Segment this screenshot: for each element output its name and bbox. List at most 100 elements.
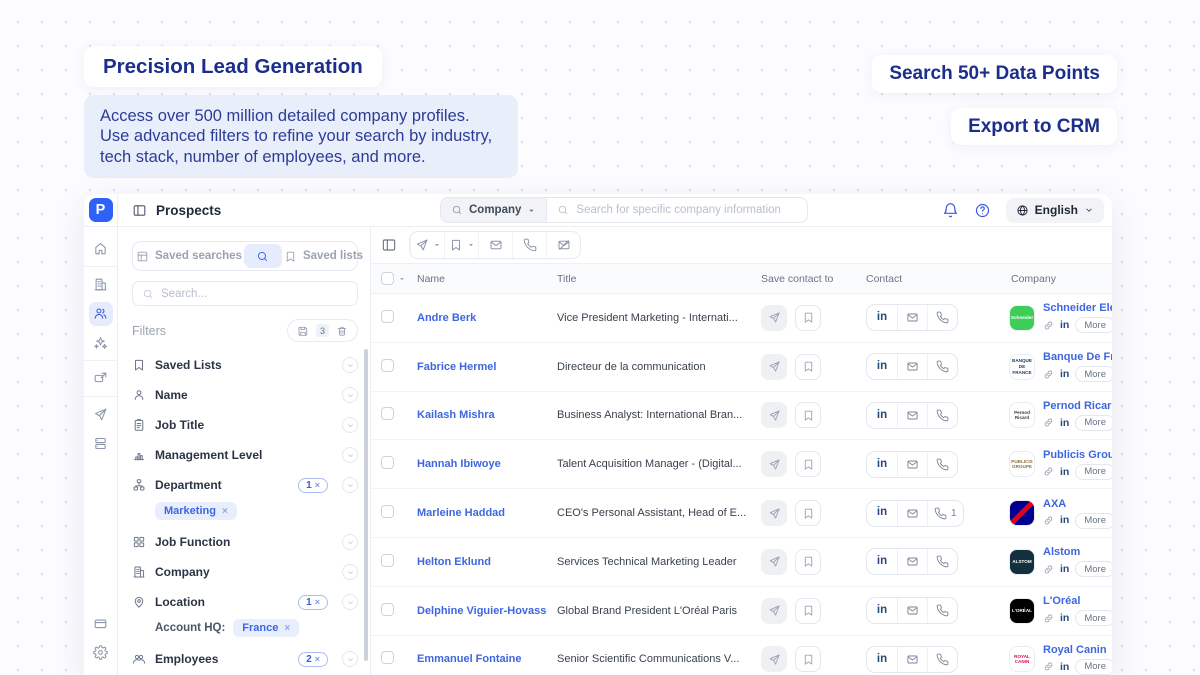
chevron-down-icon[interactable] <box>342 477 358 493</box>
filter-item[interactable]: Job Function <box>132 527 358 557</box>
filter-item[interactable]: Saved Lists <box>132 350 358 380</box>
filter-item[interactable]: Management Level <box>132 440 358 470</box>
push-to-campaign-button[interactable] <box>761 597 787 624</box>
linkedin-button[interactable]: in <box>867 598 897 623</box>
row-checkbox[interactable] <box>381 651 394 665</box>
linkedin-button[interactable]: in <box>867 549 897 574</box>
sidebar-item[interactable] <box>89 432 113 456</box>
filter-search-input[interactable] <box>161 287 348 300</box>
company-name-link[interactable]: Alstom <box>1043 546 1112 558</box>
column-header-title[interactable]: Title <box>547 273 751 285</box>
filter-item[interactable]: Location 1 × <box>132 587 358 617</box>
row-checkbox[interactable] <box>381 505 394 519</box>
contact-name-link[interactable]: Marleine Haddad <box>417 507 547 519</box>
contact-name-link[interactable]: Emmanuel Fontaine <box>417 653 547 665</box>
sidebar-item[interactable] <box>89 641 113 665</box>
bulk-action-button[interactable] <box>410 232 444 258</box>
saved-searches-tab[interactable]: Saved searches <box>136 250 242 263</box>
filter-item[interactable]: Job Title <box>132 410 358 440</box>
email-button[interactable] <box>897 646 927 672</box>
phone-button[interactable]: 1 <box>927 500 963 526</box>
chevron-down-icon[interactable] <box>342 387 358 403</box>
bulk-action-button[interactable] <box>546 232 580 258</box>
filter-item[interactable]: Name <box>132 380 358 410</box>
row-checkbox[interactable] <box>381 602 394 616</box>
filter-item[interactable]: Employees 2 × <box>132 644 358 674</box>
website-link-icon[interactable] <box>1043 515 1054 526</box>
company-logo[interactable]: ROYAL CANIN <box>1009 646 1035 673</box>
linkedin-button[interactable]: in <box>867 305 897 330</box>
global-search-input[interactable] <box>576 204 797 216</box>
filter-count-badge[interactable]: 2 × <box>298 651 328 667</box>
company-logo[interactable]: PUBLICIS GROUPE <box>1009 451 1035 478</box>
column-header-company[interactable]: Company <box>1001 273 1112 285</box>
row-checkbox[interactable] <box>381 553 394 567</box>
phone-button[interactable] <box>927 598 957 624</box>
company-more-button[interactable]: More <box>1075 414 1112 431</box>
save-to-list-button[interactable] <box>795 353 821 380</box>
email-button[interactable] <box>897 402 927 428</box>
email-button[interactable] <box>897 500 927 526</box>
company-name-link[interactable]: Schneider Elec <box>1043 302 1112 314</box>
bulk-action-button[interactable] <box>512 232 546 258</box>
save-to-list-button[interactable] <box>795 451 821 478</box>
chevron-down-icon[interactable] <box>342 564 358 580</box>
notifications-bell-icon[interactable] <box>942 202 959 219</box>
company-logo[interactable]: ALSTOM <box>1009 548 1035 575</box>
save-filters-icon[interactable] <box>297 325 309 337</box>
website-link-icon[interactable] <box>1043 417 1054 428</box>
push-to-campaign-button[interactable] <box>761 353 787 380</box>
bulk-action-button[interactable] <box>478 232 512 258</box>
save-to-list-button[interactable] <box>795 304 821 331</box>
clear-filters-icon[interactable] <box>336 325 348 337</box>
push-to-campaign-button[interactable] <box>761 304 787 331</box>
filters-scrollbar[interactable] <box>364 349 368 661</box>
filter-count-badge[interactable]: 1 × <box>298 477 328 493</box>
column-header-save[interactable]: Save contact to <box>751 273 856 285</box>
chevron-down-icon[interactable] <box>342 651 358 667</box>
phone-button[interactable] <box>927 354 957 380</box>
brand-logo[interactable]: P <box>88 198 113 222</box>
website-link-icon[interactable] <box>1043 320 1054 331</box>
phone-button[interactable] <box>927 451 957 477</box>
filter-search-tab[interactable] <box>243 244 282 268</box>
push-to-campaign-button[interactable] <box>761 451 787 478</box>
company-more-button[interactable]: More <box>1075 561 1112 578</box>
company-more-button[interactable]: More <box>1075 366 1112 383</box>
company-more-button[interactable]: More <box>1075 317 1112 334</box>
company-linkedin-icon[interactable]: in <box>1060 662 1069 673</box>
sidebar-item[interactable] <box>89 273 113 297</box>
website-link-icon[interactable] <box>1043 661 1054 672</box>
company-logo[interactable]: Pernod Ricard <box>1009 402 1035 429</box>
chevron-down-icon[interactable] <box>342 447 358 463</box>
website-link-icon[interactable] <box>1043 466 1054 477</box>
linkedin-button[interactable]: in <box>867 403 897 428</box>
save-to-list-button[interactable] <box>795 646 821 673</box>
sidebar-item[interactable] <box>89 237 113 261</box>
filter-item[interactable]: Company <box>132 557 358 587</box>
company-name-link[interactable]: AXA <box>1043 498 1112 510</box>
company-name-link[interactable]: Royal Canin <box>1043 644 1112 656</box>
email-button[interactable] <box>897 598 927 624</box>
contact-name-link[interactable]: Hannah Ibiwoye <box>417 458 547 470</box>
filter-chip[interactable]: France × <box>233 619 300 637</box>
phone-button[interactable] <box>927 305 957 331</box>
contact-name-link[interactable]: Andre Berk <box>417 312 547 324</box>
company-linkedin-icon[interactable]: in <box>1060 515 1069 526</box>
contact-name-link[interactable]: Fabrice Hermel <box>417 361 547 373</box>
bulk-action-button[interactable] <box>444 232 478 258</box>
company-linkedin-icon[interactable]: in <box>1060 613 1069 624</box>
save-to-list-button[interactable] <box>795 548 821 575</box>
company-name-link[interactable]: Publicis Group <box>1043 449 1112 461</box>
company-name-link[interactable]: L'Oréal <box>1043 595 1112 607</box>
search-scope-dropdown[interactable]: Company <box>441 198 548 222</box>
contact-name-link[interactable]: Helton Eklund <box>417 556 547 568</box>
help-icon[interactable] <box>974 202 991 219</box>
row-checkbox[interactable] <box>381 456 394 470</box>
column-header-name[interactable]: Name <box>407 273 547 285</box>
company-logo[interactable] <box>1009 500 1035 527</box>
company-linkedin-icon[interactable]: in <box>1060 418 1069 429</box>
push-to-campaign-button[interactable] <box>761 548 787 575</box>
sidebar-item[interactable] <box>89 403 113 427</box>
website-link-icon[interactable] <box>1043 369 1054 380</box>
